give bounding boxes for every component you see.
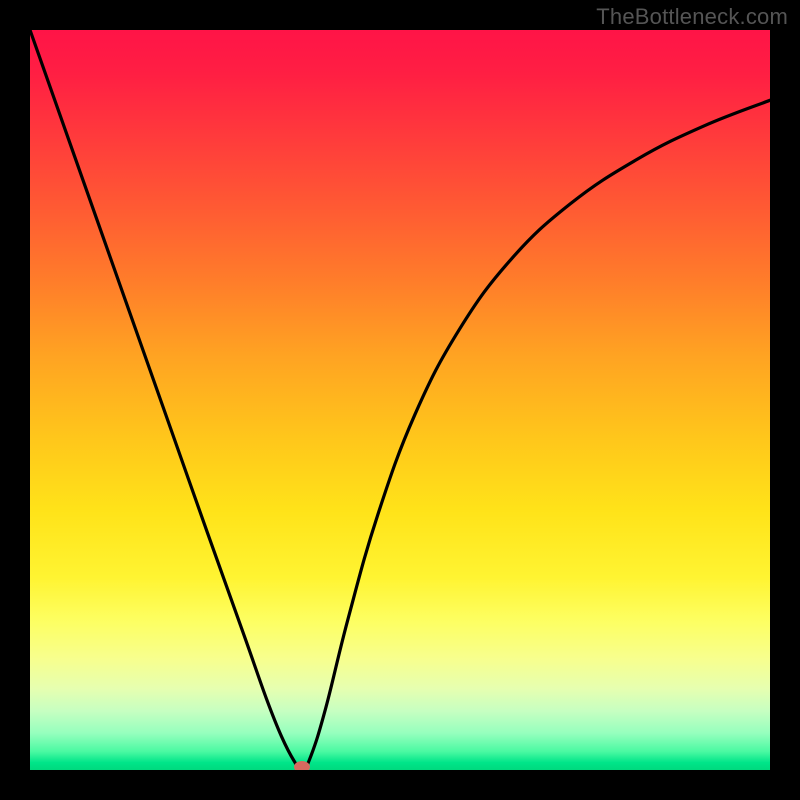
- watermark-text: TheBottleneck.com: [596, 4, 788, 30]
- plot-area: [30, 30, 770, 770]
- bottleneck-curve: [30, 30, 770, 770]
- curve-layer: [30, 30, 770, 770]
- minimum-marker: [294, 761, 310, 770]
- chart-frame: TheBottleneck.com: [0, 0, 800, 800]
